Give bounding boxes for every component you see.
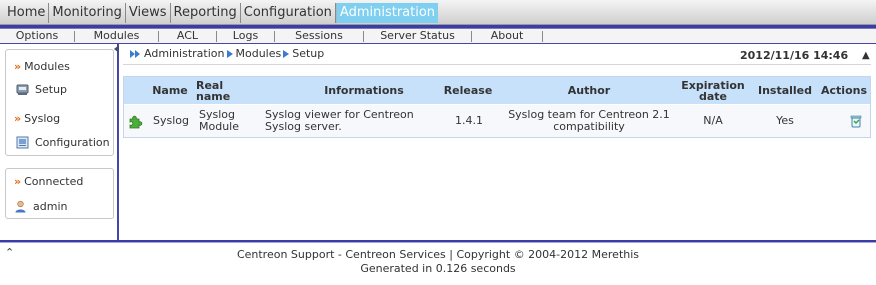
sidebar-item-label: Configuration	[35, 136, 110, 149]
table-header: Name Real name Informations Release Auth…	[124, 77, 870, 104]
breadcrumb-administration[interactable]: Administration	[144, 47, 225, 60]
cell-release: 1.4.1	[455, 114, 483, 127]
col-header-expiration-line1: Expiration	[681, 78, 745, 92]
modules-panel: » Modules Setup » Syslog Configuration	[5, 49, 114, 156]
breadcrumb-start-icon	[130, 49, 140, 58]
col-header-real-name-line2: name	[196, 89, 231, 103]
tab-administration[interactable]: Administration	[335, 2, 439, 23]
sidebar-item-label: Setup	[35, 83, 68, 96]
submenu-options[interactable]: Options	[0, 29, 74, 43]
cell-real-name-line2: Module	[199, 120, 239, 133]
submenu-separator	[542, 30, 543, 42]
tab-views[interactable]: Views	[126, 2, 171, 23]
connected-section-title: » Connected	[14, 175, 83, 188]
submenu-acl[interactable]: ACL	[159, 29, 216, 43]
footer-generation-time: Generated in 0.126 seconds	[360, 262, 516, 275]
sub-menu-bar: Options Modules ACL Logs Sessions Server…	[0, 29, 876, 43]
col-header-actions: Actions	[821, 84, 867, 97]
col-header-real-name-line1: Real	[196, 78, 224, 92]
cell-author-line2: compatibility	[553, 120, 625, 133]
header-divider	[123, 64, 871, 65]
submenu-modules[interactable]: Modules	[75, 29, 158, 43]
col-header-name: Name	[152, 84, 188, 97]
submenu-border	[0, 43, 876, 44]
tab-monitoring[interactable]: Monitoring	[49, 2, 126, 23]
syslog-title-label: Syslog	[24, 112, 61, 125]
col-header-informations: Informations	[324, 84, 404, 97]
col-header-expiration-line2: date	[698, 89, 727, 103]
connected-username: admin	[33, 200, 68, 213]
connected-panel: » Connected admin	[5, 168, 114, 219]
breadcrumb-setup[interactable]: Setup	[292, 47, 324, 60]
modules-title-label: Modules	[24, 60, 70, 73]
connected-user: admin	[14, 200, 67, 213]
cell-author: Syslog team for Centreon 2.1 compatibili…	[499, 105, 679, 137]
submenu-about[interactable]: About	[472, 29, 542, 43]
submenu-server-status[interactable]: Server Status	[364, 29, 471, 43]
scroll-up-icon[interactable]: ▲	[862, 50, 870, 61]
sidebar: » Modules Setup » Syslog Configuration »…	[0, 44, 119, 240]
collapse-sidebar-icon[interactable]	[114, 45, 119, 53]
breadcrumb-separator-icon	[226, 49, 233, 58]
cell-name: Syslog	[153, 114, 189, 127]
cell-real-name: Syslog Module	[199, 105, 259, 137]
submenu-sessions[interactable]: Sessions	[275, 29, 363, 43]
col-header-real-name: Real name	[196, 77, 240, 104]
col-header-expiration: Expiration date	[676, 77, 750, 104]
col-header-author: Author	[567, 84, 611, 97]
module-puzzle-icon	[128, 105, 146, 137]
connected-title-label: Connected	[24, 175, 84, 188]
tab-reporting[interactable]: Reporting	[171, 2, 241, 23]
cell-installed: Yes	[776, 114, 794, 127]
chevron-right-icon: »	[14, 60, 21, 73]
col-header-installed: Installed	[757, 84, 813, 97]
tab-configuration[interactable]: Configuration	[241, 2, 336, 23]
chevron-right-icon: »	[14, 112, 21, 125]
table-row: Syslog Syslog Module Syslog viewer for C…	[124, 105, 870, 137]
setup-icon	[16, 83, 29, 96]
cell-expiration: N/A	[703, 114, 723, 127]
sidebar-item-setup[interactable]: Setup	[16, 83, 67, 96]
uninstall-trash-icon[interactable]	[844, 105, 868, 137]
breadcrumb-modules[interactable]: Modules	[236, 47, 282, 60]
footer-copyright: Centreon Support - Centreon Services | C…	[236, 248, 640, 261]
footer: Centreon Support - Centreon Services | C…	[0, 248, 876, 276]
tab-home[interactable]: Home	[4, 2, 50, 23]
top-menu-bar: Home Monitoring Views Reporting Configur…	[0, 0, 876, 25]
breadcrumb-separator-icon	[283, 49, 290, 58]
user-icon	[14, 200, 27, 213]
cell-informations: Syslog viewer for Centreon Syslog server…	[265, 105, 440, 137]
sidebar-item-configuration[interactable]: Configuration	[16, 136, 110, 149]
syslog-section-title: » Syslog	[14, 112, 60, 125]
modules-table: Name Real name Informations Release Auth…	[123, 76, 871, 138]
current-datetime: 2012/11/16 14:46	[740, 49, 849, 62]
chevron-right-icon: »	[14, 175, 21, 188]
configuration-icon	[16, 136, 29, 149]
breadcrumb: Administration Modules Setup	[130, 47, 324, 60]
cell-info-line2: Syslog server.	[265, 120, 342, 133]
col-header-release: Release	[443, 84, 493, 97]
submenu-logs[interactable]: Logs	[217, 29, 274, 43]
footer-accent-line	[0, 240, 876, 243]
modules-section-title: » Modules	[14, 60, 70, 73]
